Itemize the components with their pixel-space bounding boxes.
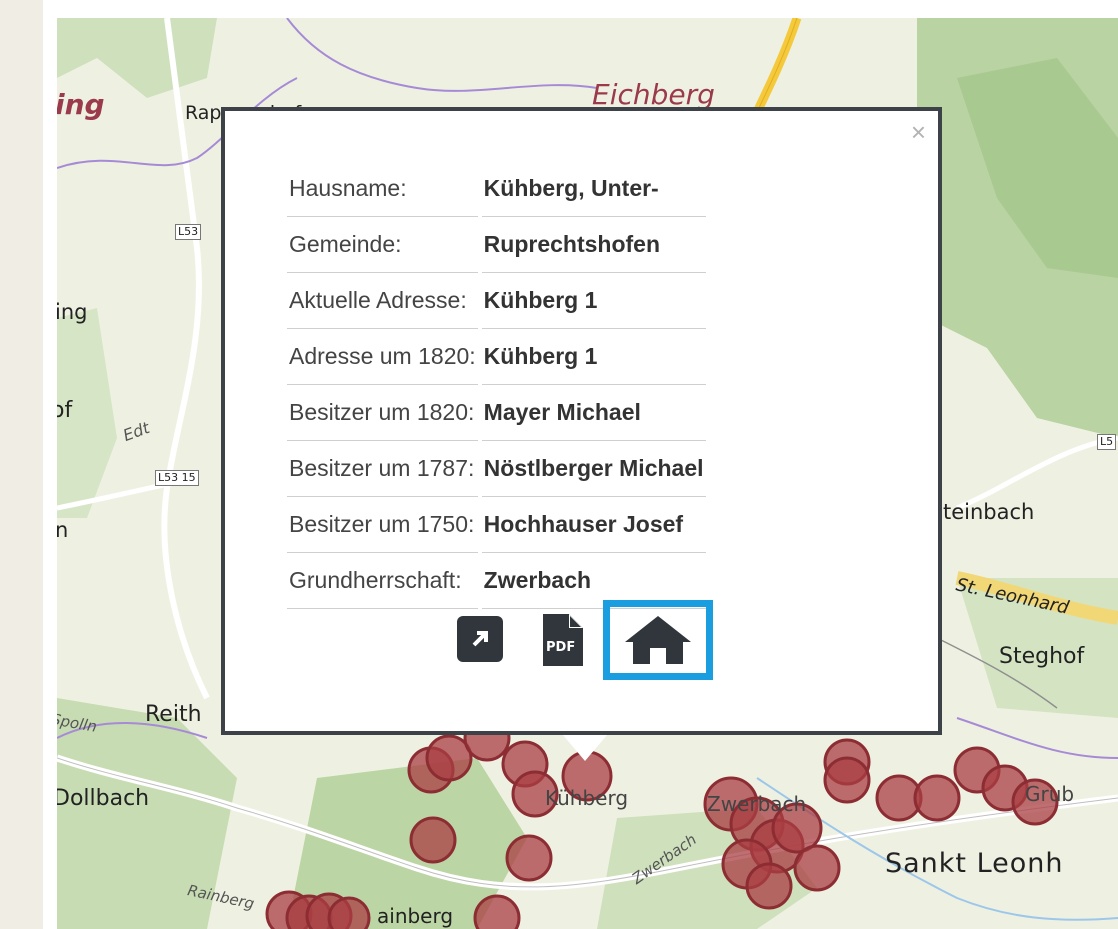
place-label-steinbach: teinbach (943, 500, 1035, 524)
property-table: Hausname: Kühberg, Unter- Gemeinde: Ruprech… (283, 161, 710, 609)
property-row: Gemeinde: Ruprechtshofen (287, 217, 706, 273)
property-label: Besitzer um 1787: (287, 441, 478, 497)
property-value: Mayer Michael (481, 385, 706, 441)
info-popup: × Hausname: Kühberg, Unter- Gemeinde: Rupre… (221, 107, 942, 735)
place-label-of: of (57, 398, 73, 423)
place-label-n: n (57, 518, 69, 542)
property-label: Gemeinde: (287, 217, 478, 273)
property-row: Aktuelle Adresse: Kühberg 1 (287, 273, 706, 329)
property-label: Hausname: (287, 161, 478, 217)
property-label: Adresse um 1820: (287, 329, 478, 385)
popup-actions: PDF (451, 600, 721, 680)
place-label-dollbach: Dollbach (57, 786, 150, 811)
home-icon (625, 616, 691, 664)
pdf-label: PDF (546, 640, 576, 655)
place-label-zwerbach: Zwerbach (707, 792, 807, 816)
property-row: Adresse um 1820: Kühberg 1 (287, 329, 706, 385)
property-value: Ruprechtshofen (481, 217, 706, 273)
popup-pointer (563, 735, 607, 761)
external-link-icon-glyph (472, 631, 488, 647)
place-label-steghof: Steghof (999, 644, 1085, 669)
place-label-ing-left: ing (57, 300, 88, 324)
property-label: Aktuelle Adresse: (287, 273, 478, 329)
pdf-icon[interactable]: PDF (541, 612, 585, 668)
property-row: Besitzer um 1787: Nöstlberger Michael (287, 441, 706, 497)
place-label-sankt-leonhard: Sankt Leonh (885, 848, 1064, 879)
property-row: Hausname: Kühberg, Unter- (287, 161, 706, 217)
property-value: Kühberg, Unter- (481, 161, 706, 217)
property-label: Besitzer um 1750: (287, 497, 478, 553)
place-label-reith: Reith (145, 702, 202, 727)
property-value: Nöstlberger Michael (481, 441, 706, 497)
place-label-ainberg: ainberg (377, 904, 454, 928)
property-label: Besitzer um 1820: (287, 385, 478, 441)
property-row: Besitzer um 1820: Mayer Michael (287, 385, 706, 441)
property-label: Grundherrschaft: (287, 553, 478, 609)
place-label-grub: Grub (1025, 782, 1075, 806)
home-button[interactable] (603, 600, 713, 680)
place-label-ing-top: ing (57, 88, 105, 121)
road-label-l5: L5 (1097, 434, 1117, 450)
place-label-kuehberg: Kühberg (545, 786, 629, 810)
property-value: Hochhauser Josef (481, 497, 706, 553)
property-row: Besitzer um 1750: Hochhauser Josef (287, 497, 706, 553)
external-link-icon[interactable] (457, 616, 503, 662)
property-value: Kühberg 1 (481, 273, 706, 329)
road-label-l5315: L53 15 (155, 470, 199, 486)
close-icon[interactable]: × (911, 119, 926, 145)
property-value: Kühberg 1 (481, 329, 706, 385)
road-label-l53: L53 (175, 224, 202, 240)
